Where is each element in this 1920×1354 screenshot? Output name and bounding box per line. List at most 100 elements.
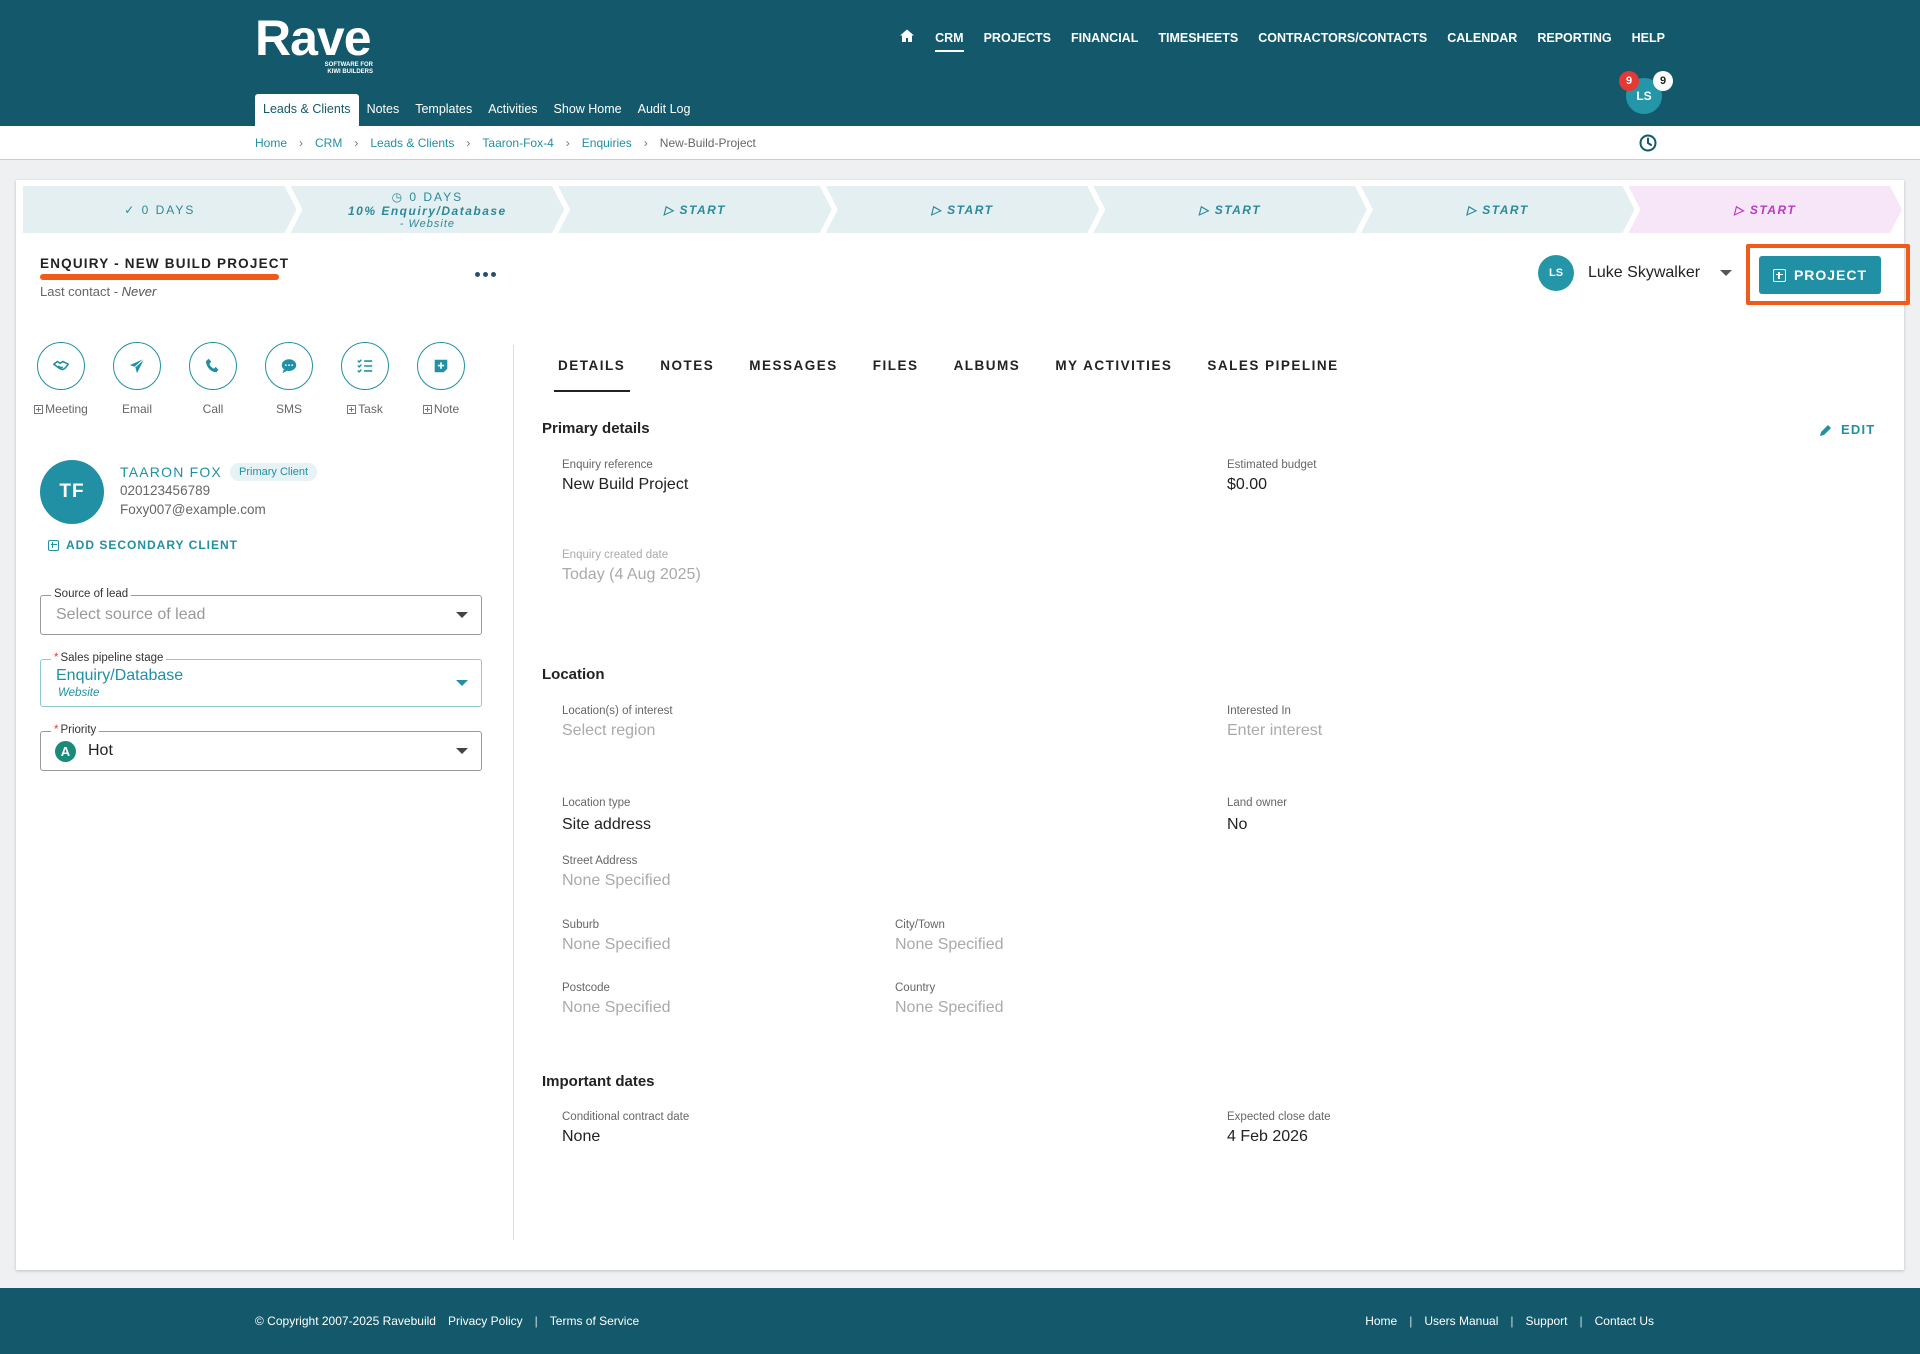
interested-in-label: Interested In [1227,705,1291,717]
subnav-activities[interactable]: Activities [480,94,545,126]
tab-my-activities[interactable]: MY ACTIVITIES [1055,358,1177,392]
detail-tabs: DETAILS NOTES MESSAGES FILES ALBUMS MY A… [553,358,1374,392]
conditional-contract-date-value: None [562,1128,601,1145]
top-header: Rave SOFTWARE FOR KIWI BUILDERS CRM PROJ… [0,0,1920,126]
tab-details[interactable]: DETAILS [553,358,631,392]
pipeline-stage[interactable]: ▷ START [558,186,832,233]
suburb-label: Suburb [562,919,600,931]
footer-separator: | [1579,1314,1583,1328]
checklist-icon [341,342,389,390]
expected-close-date-label: Expected close date [1227,1111,1331,1123]
pipeline-stage[interactable]: ✓ 0 DAYS [23,186,297,233]
email-action[interactable]: Email [112,342,162,416]
subnav-audit-log[interactable]: Audit Log [630,94,699,126]
last-contact: Last contact - Never [40,284,156,299]
nav-crm[interactable]: CRM [935,31,965,52]
note-action[interactable]: Note [416,342,466,416]
nav-contractors-contacts[interactable]: CONTRACTORS/CONTACTS [1258,31,1427,49]
sms-action[interactable]: SMS [264,342,314,416]
pipeline-stage[interactable]: ▷ START [826,186,1100,233]
tab-notes[interactable]: NOTES [660,358,719,392]
pipeline-stage-current[interactable]: ◷ 0 DAYS 10% Enquiry/Database - Website [291,186,565,233]
last-contact-value: Never [121,284,157,299]
breadcrumb-enquiries[interactable]: Enquiries [582,136,632,150]
breadcrumb-separator: › [354,136,359,150]
terms-of-service-link[interactable]: Terms of Service [550,1314,639,1328]
client-phone: 020123456789 [120,483,211,498]
nav-reporting[interactable]: REPORTING [1537,31,1611,49]
message-badge[interactable]: 9 [1653,71,1673,91]
owner-selector[interactable]: LS Luke Skywalker [1538,255,1733,291]
breadcrumb-leads-clients[interactable]: Leads & Clients [370,136,454,150]
sales-pipeline-stage-label: * Sales pipeline stage [51,652,167,664]
add-secondary-client-button[interactable]: ADD SECONDARY CLIENT [48,538,238,552]
subnav-templates[interactable]: Templates [407,94,480,126]
nav-calendar[interactable]: CALENDAR [1447,31,1517,49]
contact-us-link[interactable]: Contact Us [1595,1314,1654,1328]
more-options-icon[interactable] [470,266,500,282]
pipeline-stage-label: ◷ 0 DAYS [391,189,464,204]
history-clock-icon[interactable] [1638,133,1658,153]
note-label-text: Note [433,402,460,416]
priority-select[interactable]: * Priority A Hot [40,724,482,771]
pipeline-stage[interactable]: ▷ START [1093,186,1367,233]
nav-financial[interactable]: FINANCIAL [1071,31,1138,49]
call-action[interactable]: Call [188,342,238,416]
task-action[interactable]: Task [340,342,390,416]
paper-plane-icon [113,342,161,390]
country-label: Country [895,982,936,994]
breadcrumb-separator: › [466,136,471,150]
postcode-value: None Specified [562,999,671,1016]
sales-pipeline-stage-label-text: Sales pipeline stage [60,652,164,664]
breadcrumb-home[interactable]: Home [255,136,287,150]
logo-text: Rave [255,10,372,66]
pipeline-stage-name: 10% Enquiry/Database [348,203,507,218]
privacy-policy-link[interactable]: Privacy Policy [448,1314,523,1328]
meeting-action[interactable]: Meeting [34,342,88,416]
pipeline-stage-label: ▷ START [1199,202,1262,217]
client-avatar: TF [40,460,104,524]
subnav-notes[interactable]: Notes [359,94,408,126]
create-project-button[interactable]: PROJECT [1759,256,1881,294]
users-manual-link[interactable]: Users Manual [1424,1314,1498,1328]
nav-help[interactable]: HELP [1632,31,1665,49]
column-divider [513,345,514,1240]
notification-badge[interactable]: 9 [1619,71,1639,91]
breadcrumb-client[interactable]: Taaron-Fox-4 [482,136,553,150]
breadcrumb-current: New-Build-Project [659,136,756,150]
street-address-label: Street Address [562,855,638,867]
enquiry-reference-label: Enquiry reference [562,459,653,471]
tab-sales-pipeline[interactable]: SALES PIPELINE [1207,358,1343,392]
tab-albums[interactable]: ALBUMS [954,358,1026,392]
client-email: Foxy007@example.com [120,502,266,517]
support-link[interactable]: Support [1525,1314,1567,1328]
breadcrumb-crm[interactable]: CRM [315,136,342,150]
footer-home-link[interactable]: Home [1365,1314,1397,1328]
priority-label: * Priority [51,724,100,736]
estimated-budget-value: $0.00 [1227,476,1268,493]
subnav-show-home[interactable]: Show Home [546,94,630,126]
subnav-leads-clients[interactable]: Leads & Clients [255,94,359,126]
nav-timesheets[interactable]: TIMESHEETS [1158,31,1238,49]
rave-logo[interactable]: Rave SOFTWARE FOR KIWI BUILDERS [255,12,373,76]
locations-of-interest-value: Select region [562,722,656,739]
home-icon[interactable] [899,28,915,51]
sms-label: SMS [275,402,302,416]
client-name-link[interactable]: TAARON FOX [120,464,222,480]
tab-messages[interactable]: MESSAGES [749,358,843,392]
plus-icon [34,405,44,414]
nav-projects[interactable]: PROJECTS [984,31,1051,49]
edit-button[interactable]: EDIT [1819,422,1875,437]
tab-files[interactable]: FILES [873,358,924,392]
sales-pipeline-stage-select[interactable]: * Sales pipeline stage Enquiry/Database W… [40,652,482,707]
city-town-value: None Specified [895,936,1004,953]
owner-name: Luke Skywalker [1588,264,1701,281]
pipeline-stage[interactable]: ▷ START [1361,186,1635,233]
main-nav: CRM PROJECTS FINANCIAL TIMESHEETS CONTRA… [899,28,1665,52]
land-owner-value: No [1227,816,1248,833]
pipeline-stage-final[interactable]: ▷ START [1628,186,1902,233]
source-of-lead-select[interactable]: Source of lead Select source of lead [40,588,482,635]
primary-client-badge: Primary Client [230,463,318,481]
quick-actions: Meeting Email Call SMS Task Note [34,342,466,416]
suburb-value: None Specified [562,936,671,953]
